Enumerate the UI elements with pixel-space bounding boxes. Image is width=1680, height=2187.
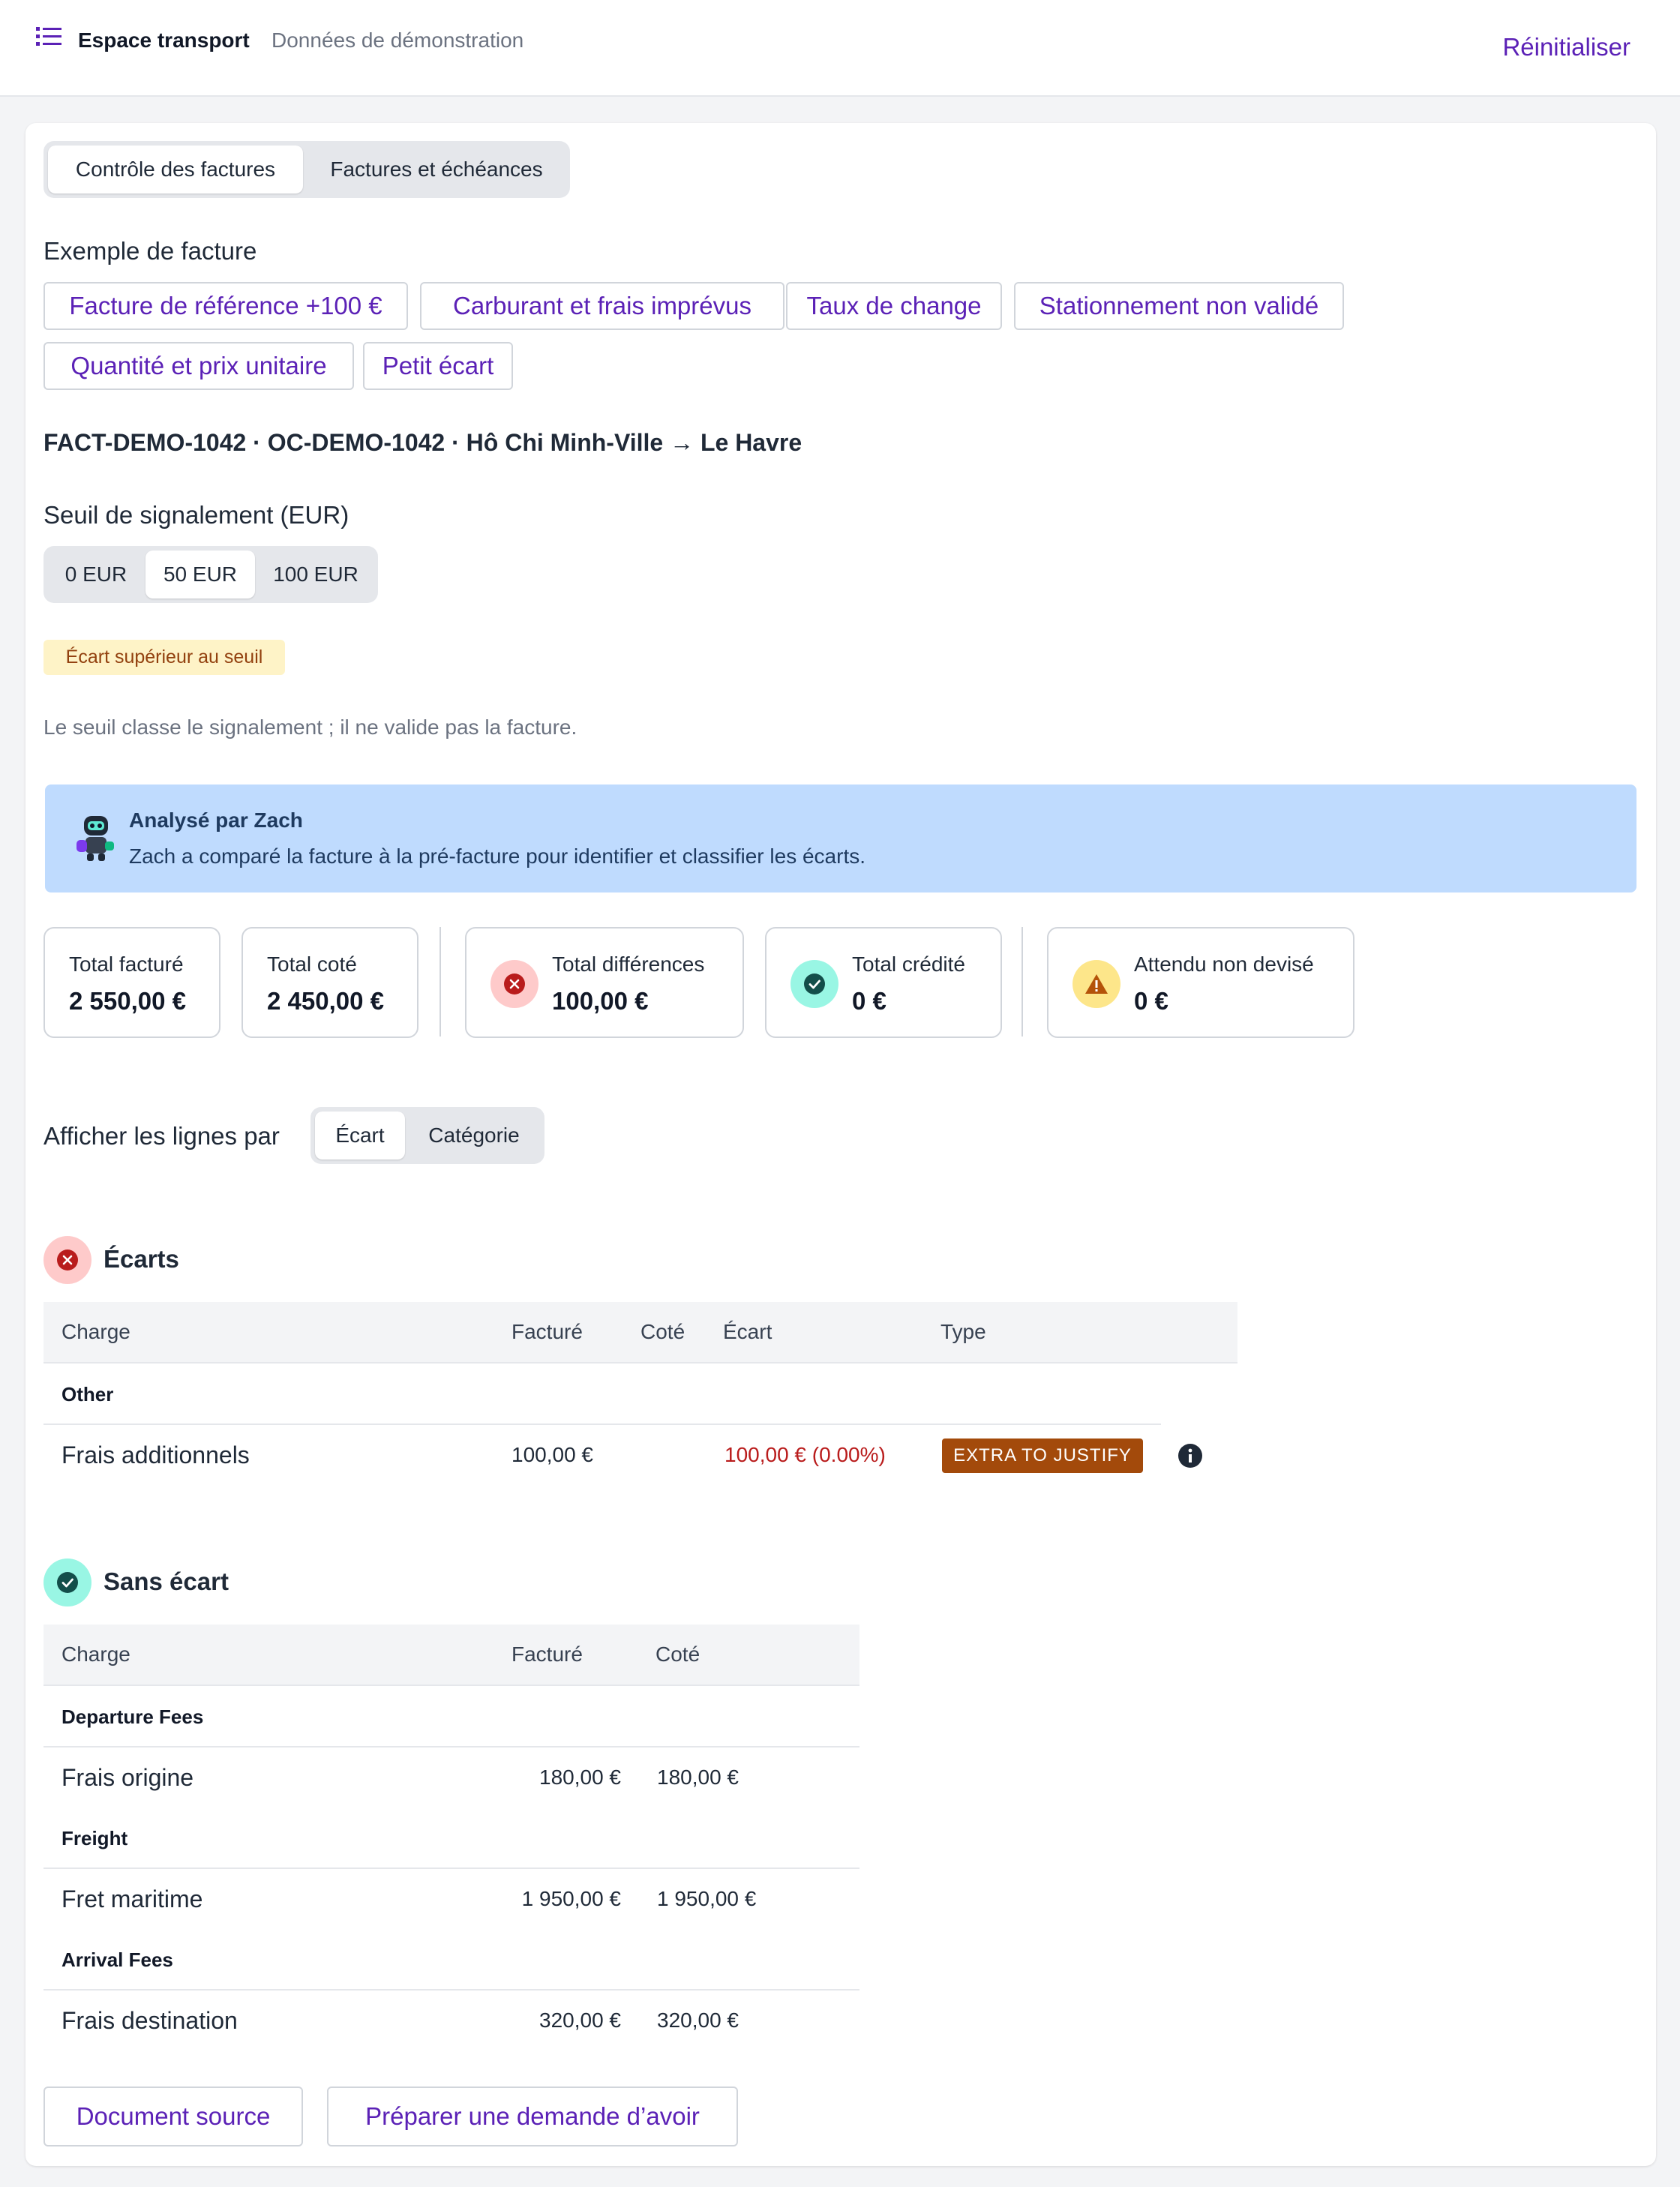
source-document-button[interactable]: Document source	[44, 2086, 303, 2146]
stat-divider	[440, 927, 441, 1036]
billed-amount: 1 950,00 €	[521, 1887, 621, 1910]
stat-value: 100,00 €	[552, 987, 649, 1015]
row-divider	[44, 1989, 860, 1990]
error-icon	[490, 960, 538, 1008]
column-header: Facturé	[512, 1642, 583, 1666]
column-header: Coté	[640, 1320, 686, 1343]
threshold-selector: 0 EUR 50 EUR 100 EUR	[44, 546, 378, 603]
stat-total-quoted: Total coté 2 450,00 €	[242, 927, 418, 1038]
charge-name: Frais origine	[62, 1764, 194, 1791]
app-title: Espace transport	[78, 28, 250, 52]
stat-label: Total différences	[552, 952, 705, 976]
gap-type-badge: EXTRA TO JUSTIFY	[942, 1438, 1143, 1473]
stat-expected-unquoted: Attendu non devisé 0 €	[1047, 927, 1354, 1038]
stat-divider	[1022, 927, 1023, 1036]
no-gap-table-header: Charge Facturé Coté	[44, 1624, 860, 1686]
view-by-selector: Écart Catégorie	[310, 1107, 544, 1164]
check-icon	[44, 1558, 92, 1606]
analysis-banner: Analysé par Zach Zach a comparé la factu…	[45, 784, 1636, 892]
view-by-category[interactable]: Catégorie	[408, 1112, 540, 1160]
stat-total-credited: Total crédité 0 €	[765, 927, 1002, 1038]
stat-total-billed: Total facturé 2 550,00 €	[44, 927, 220, 1038]
column-header: Écart	[723, 1320, 772, 1343]
threshold-label: Seuil de signalement (EUR)	[44, 501, 350, 529]
stat-value: 2 450,00 €	[267, 987, 384, 1015]
main-tabs: Contrôle des factures Factures et échéan…	[44, 141, 570, 198]
threshold-option-100[interactable]: 100 EUR	[258, 550, 374, 598]
gap-amount: 100,00 € (0.00%)	[724, 1443, 886, 1466]
quoted-amount: 320,00 €	[657, 2008, 739, 2032]
threshold-option-50[interactable]: 50 EUR	[146, 550, 255, 598]
example-chip-parking[interactable]: Stationnement non validé	[1014, 282, 1344, 330]
credit-request-button[interactable]: Préparer une demande d’avoir	[327, 2086, 738, 2146]
charge-name: Frais additionnels	[62, 1442, 250, 1468]
section-title-gaps: Écarts	[104, 1245, 179, 1273]
info-icon[interactable]	[1178, 1443, 1203, 1468]
stat-total-differences: Total différences 100,00 €	[465, 927, 744, 1038]
group-label: Other	[62, 1383, 114, 1406]
example-chip-reference[interactable]: Facture de référence +100 €	[44, 282, 408, 330]
stat-label: Attendu non devisé	[1134, 952, 1314, 976]
gaps-table-header: Charge Facturé Coté Écart Type	[44, 1302, 1238, 1364]
billed-amount: 320,00 €	[539, 2008, 621, 2032]
error-icon	[44, 1236, 92, 1284]
invoice-identifier: FACT-DEMO-1042 · OC-DEMO-1042 · Hô Chi M…	[44, 429, 802, 456]
stat-label: Total facturé	[69, 952, 184, 976]
row-divider	[44, 1424, 1161, 1425]
stat-value: 0 €	[852, 987, 886, 1015]
quoted-amount: 180,00 €	[657, 1766, 739, 1789]
example-chip-fuel[interactable]: Carburant et frais imprévus	[420, 282, 784, 330]
stat-value: 0 €	[1134, 987, 1168, 1015]
stat-value: 2 550,00 €	[69, 987, 186, 1015]
warning-icon	[1072, 960, 1120, 1008]
threshold-status-badge: Écart supérieur au seuil	[44, 640, 285, 675]
section-title-no-gap: Sans écart	[104, 1568, 229, 1595]
robot-avatar-icon	[76, 816, 114, 861]
column-header: Type	[940, 1320, 986, 1343]
group-label: Freight	[62, 1827, 128, 1850]
group-label: Departure Fees	[62, 1706, 204, 1728]
example-chip-quantity[interactable]: Quantité et prix unitaire	[44, 342, 354, 390]
reset-button[interactable]: Réinitialiser	[1502, 33, 1630, 62]
tab-invoices-due[interactable]: Factures et échéances	[306, 146, 567, 194]
threshold-note: Le seuil classe le signalement ; il ne v…	[44, 716, 578, 739]
stat-label: Total coté	[267, 952, 357, 976]
column-header: Facturé	[512, 1320, 583, 1343]
column-header: Coté	[656, 1642, 700, 1666]
row-divider	[44, 1868, 860, 1869]
analysis-title: Analysé par Zach	[129, 808, 303, 832]
check-icon	[790, 960, 838, 1008]
threshold-option-0[interactable]: 0 EUR	[48, 550, 144, 598]
example-chip-exchange-rate[interactable]: Taux de change	[786, 282, 1002, 330]
group-label: Arrival Fees	[62, 1948, 173, 1971]
analysis-text: Zach a comparé la facture à la pré-factu…	[129, 844, 866, 868]
charge-name: Fret maritime	[62, 1886, 203, 1912]
example-chip-small-gap[interactable]: Petit écart	[363, 342, 513, 390]
billed-amount: 180,00 €	[539, 1766, 621, 1789]
stat-label: Total crédité	[852, 952, 965, 976]
examples-label: Exemple de facture	[44, 237, 257, 265]
list-icon[interactable]	[36, 26, 62, 48]
view-by-gap[interactable]: Écart	[315, 1112, 405, 1160]
row-divider	[44, 1746, 860, 1748]
billed-amount: 100,00 €	[512, 1443, 593, 1466]
charge-name: Frais destination	[62, 2007, 238, 2034]
quoted-amount: 1 950,00 €	[657, 1887, 757, 1910]
column-header: Charge	[62, 1320, 130, 1343]
app-subtitle: Données de démonstration	[272, 28, 524, 52]
main-card: Contrôle des factures Factures et échéan…	[26, 123, 1656, 2166]
column-header: Charge	[62, 1642, 130, 1666]
top-bar: Espace transport Données de démonstratio…	[0, 0, 1680, 97]
view-by-label: Afficher les lignes par	[44, 1122, 280, 1150]
tab-invoice-control[interactable]: Contrôle des factures	[48, 146, 303, 194]
